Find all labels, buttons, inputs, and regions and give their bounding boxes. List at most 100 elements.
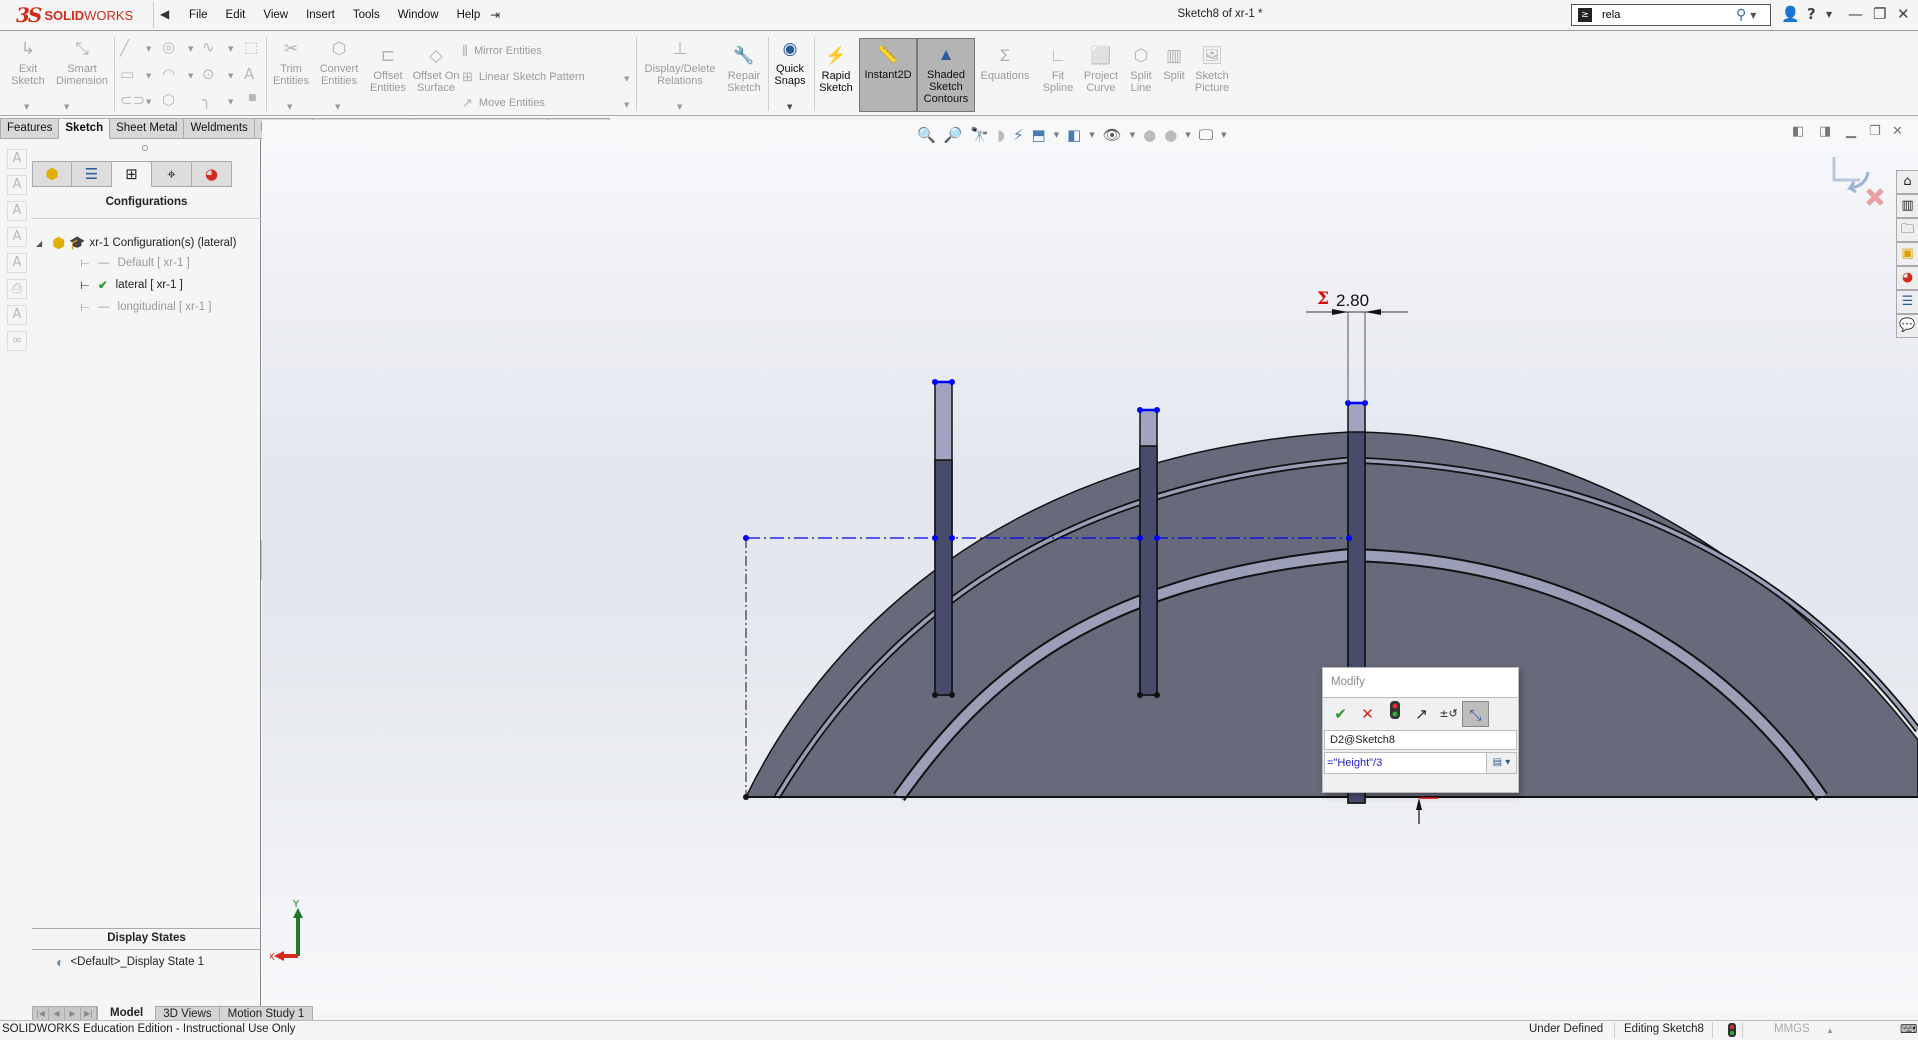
arc-dropdown-icon[interactable]: ▼ [188,72,193,80]
menu-window[interactable]: Window [389,9,448,21]
menu-help[interactable]: Help [448,9,490,21]
circle-icon[interactable]: ◎ [162,38,175,56]
customize-status-icon[interactable]: ⌨ [1900,1022,1917,1036]
balloon-icon[interactable]: A [7,201,27,221]
quick-snaps-button[interactable]: ◉ Quick Snaps [770,39,810,87]
ok-check-icon[interactable]: ✔ [1327,701,1354,727]
circle-dropdown-icon[interactable]: ▼ [188,45,193,53]
display-state-item[interactable]: ◐ <Default>_Display State 1 [56,954,204,970]
first-tab-icon[interactable]: |◀ [33,1007,49,1021]
dimxpert-manager-tab[interactable]: ⌖ [152,161,192,187]
ellipse-icon[interactable]: ⊙ [202,65,215,83]
line-icon[interactable]: ╱ [120,39,129,57]
menu-view[interactable]: View [254,9,297,21]
expand-arrow-icon[interactable]: ◢ [36,239,42,248]
property-manager-tab[interactable]: ☰ [72,161,112,187]
mark-dimension-to-import-icon[interactable]: ⤡ [1462,701,1489,727]
global-variable-dropdown-icon[interactable]: ▤ ▾ [1487,752,1517,774]
help-dropdown-icon[interactable]: ▼ [1826,10,1832,19]
line-dropdown-icon[interactable]: ▼ [146,45,151,53]
split-line-button[interactable]: ⬡ Split Line [1124,46,1158,94]
tab-weldments[interactable]: Weldments [184,118,255,139]
trim-entities-button[interactable]: ✂ Trim Entities [270,39,312,87]
menu-insert[interactable]: Insert [297,9,344,21]
convert-dropdown-icon[interactable]: ▼ [335,103,340,111]
menu-collapse-arrow-icon[interactable]: ◀ [160,7,169,21]
mirror-entities-button[interactable]: ⫼ Mirror Entities [462,43,542,59]
sketch-bar-2[interactable] [1139,408,1158,696]
reverse-direction-icon[interactable]: ↗ [1408,701,1435,727]
exit-sketch-button[interactable]: ↳ Exit Sketch [6,39,50,87]
dimension-2-80[interactable]: Σ 2.80 [1306,289,1408,403]
help-icon[interactable]: ? [1807,5,1816,23]
prev-tab-icon[interactable]: ◀ [49,1007,65,1021]
quick-snaps-dropdown-icon[interactable]: ▼ [787,103,792,111]
unit-system[interactable]: MMGS [1774,1023,1810,1035]
edit-note-icon[interactable]: A [7,175,27,195]
search-commands-box[interactable]: ≥ ⚲ ▼ [1571,4,1771,26]
menu-edit[interactable]: Edit [217,9,255,21]
menu-file[interactable]: File [180,9,217,21]
linear-sketch-pattern-button[interactable]: ⊞ Linear Sketch Pattern [462,69,585,85]
restore-window-icon[interactable]: ❐ [1873,5,1886,23]
menu-tools[interactable]: Tools [344,9,389,21]
offset-on-surface-button[interactable]: ◇ Offset On Surface [412,46,460,94]
display-delete-relations-button[interactable]: ⊥ Display/Delete Relations [640,39,720,87]
display-manager-tab[interactable]: ◕ [192,161,232,187]
slot-icon[interactable]: ⊂⊃ [120,91,145,109]
text-icon[interactable]: A [244,65,254,83]
sketch-picture-button[interactable]: 🖼 Sketch Picture [1190,46,1234,94]
relations-dropdown-icon[interactable]: ▼ [677,103,682,111]
link-icon[interactable]: ∞ [7,331,27,351]
graphics-area[interactable]: 🔍 🔎 🔭 ◗ ⚡ ⬒ ▼ ◧ ▼ 👁 ▼ ● ● ▼ 🖵 ▼ ◧ ◨ ▁ ❐ ✕ ⌂ ▥… [262,120,1918,1010]
dimension-value-input[interactable] [1324,752,1487,774]
repair-sketch-button[interactable]: 🔧 Repair Sketch [722,46,766,94]
spline-icon[interactable]: ∿ [202,38,215,56]
configuration-manager-tab[interactable]: ⊞ [112,161,152,187]
annotation-settings-icon[interactable]: A [7,253,27,273]
exit-sketch-dropdown-icon[interactable]: ▼ [24,103,29,111]
minimize-window-icon[interactable]: — [1848,5,1863,23]
note-icon[interactable]: A [7,149,27,169]
next-tab-icon[interactable]: ▶ [65,1007,81,1021]
search-dropdown-icon[interactable]: ▼ [1750,11,1756,20]
rectangle-dropdown-icon[interactable]: ▼ [146,72,151,80]
rectangle-icon[interactable]: ▭ [120,65,134,83]
close-window-icon[interactable]: ✕ [1897,5,1910,23]
rapid-sketch-button[interactable]: ⚡ Rapid Sketch [816,46,856,94]
offset-entities-button[interactable]: ⊏ Offset Entities [366,46,410,94]
solidworks-logo[interactable]: 3S SOLID WORKS [6,2,154,28]
print-annotation-icon[interactable]: ⎙ [7,279,27,299]
move-entities-button[interactable]: ↗ Move Entities [462,95,545,111]
search-icon[interactable]: ⚲ [1736,7,1746,23]
fit-spline-button[interactable]: ∟ Fit Spline [1038,46,1078,94]
split-button[interactable]: ▥ Split [1158,46,1190,82]
config-item-default[interactable]: ⊢ — Default [ xr-1 ] [80,256,190,270]
pin-menu-icon[interactable]: ⇥ [490,8,500,22]
convert-entities-button[interactable]: ⬡ Convert Entities [314,39,364,87]
slot-dropdown-icon[interactable]: ▼ [146,98,151,106]
polygon-icon[interactable]: ⬡ [162,91,175,109]
rebuild-traffic-light-icon[interactable] [1381,701,1408,727]
panel-grip-handle[interactable] [142,145,148,151]
rebuild-status-icon[interactable] [1728,1023,1736,1040]
auto-balloon-icon[interactable]: A [7,227,27,247]
smart-dimension-dropdown-icon[interactable]: ▼ [64,103,69,111]
smart-dimension-button[interactable]: ⤡ Smart Dimension [52,39,112,87]
project-curve-button[interactable]: ⬜ Project Curve [1080,46,1122,94]
point-icon[interactable]: ■ [248,93,257,103]
fillet-icon[interactable]: ╮ [202,91,211,109]
shaded-sketch-contours-button[interactable]: ▲ Shaded Sketch Contours [917,38,975,112]
config-root[interactable]: ◢ ⬢ 🎓 xr-1 Configuration(s) (lateral) [36,234,236,252]
ellipse-dropdown-icon[interactable]: ▼ [228,72,233,80]
config-item-lateral[interactable]: ⊢ ✔ lateral [ xr-1 ] [80,278,183,292]
construction-geometry-icon[interactable]: ⬚ [244,38,258,56]
last-tab-icon[interactable]: ▶| [81,1007,97,1021]
instant2d-button[interactable]: 📏 Instant2D [859,38,917,112]
search-input[interactable] [1602,9,1732,21]
cancel-x-icon[interactable]: ✕ [1354,701,1381,727]
tab-sketch[interactable]: Sketch [59,118,111,139]
arc-icon[interactable]: ◠ [162,65,175,83]
stamp-icon[interactable]: A [7,305,27,325]
sketch-canvas[interactable]: Σ 2.80 [262,120,1918,1010]
